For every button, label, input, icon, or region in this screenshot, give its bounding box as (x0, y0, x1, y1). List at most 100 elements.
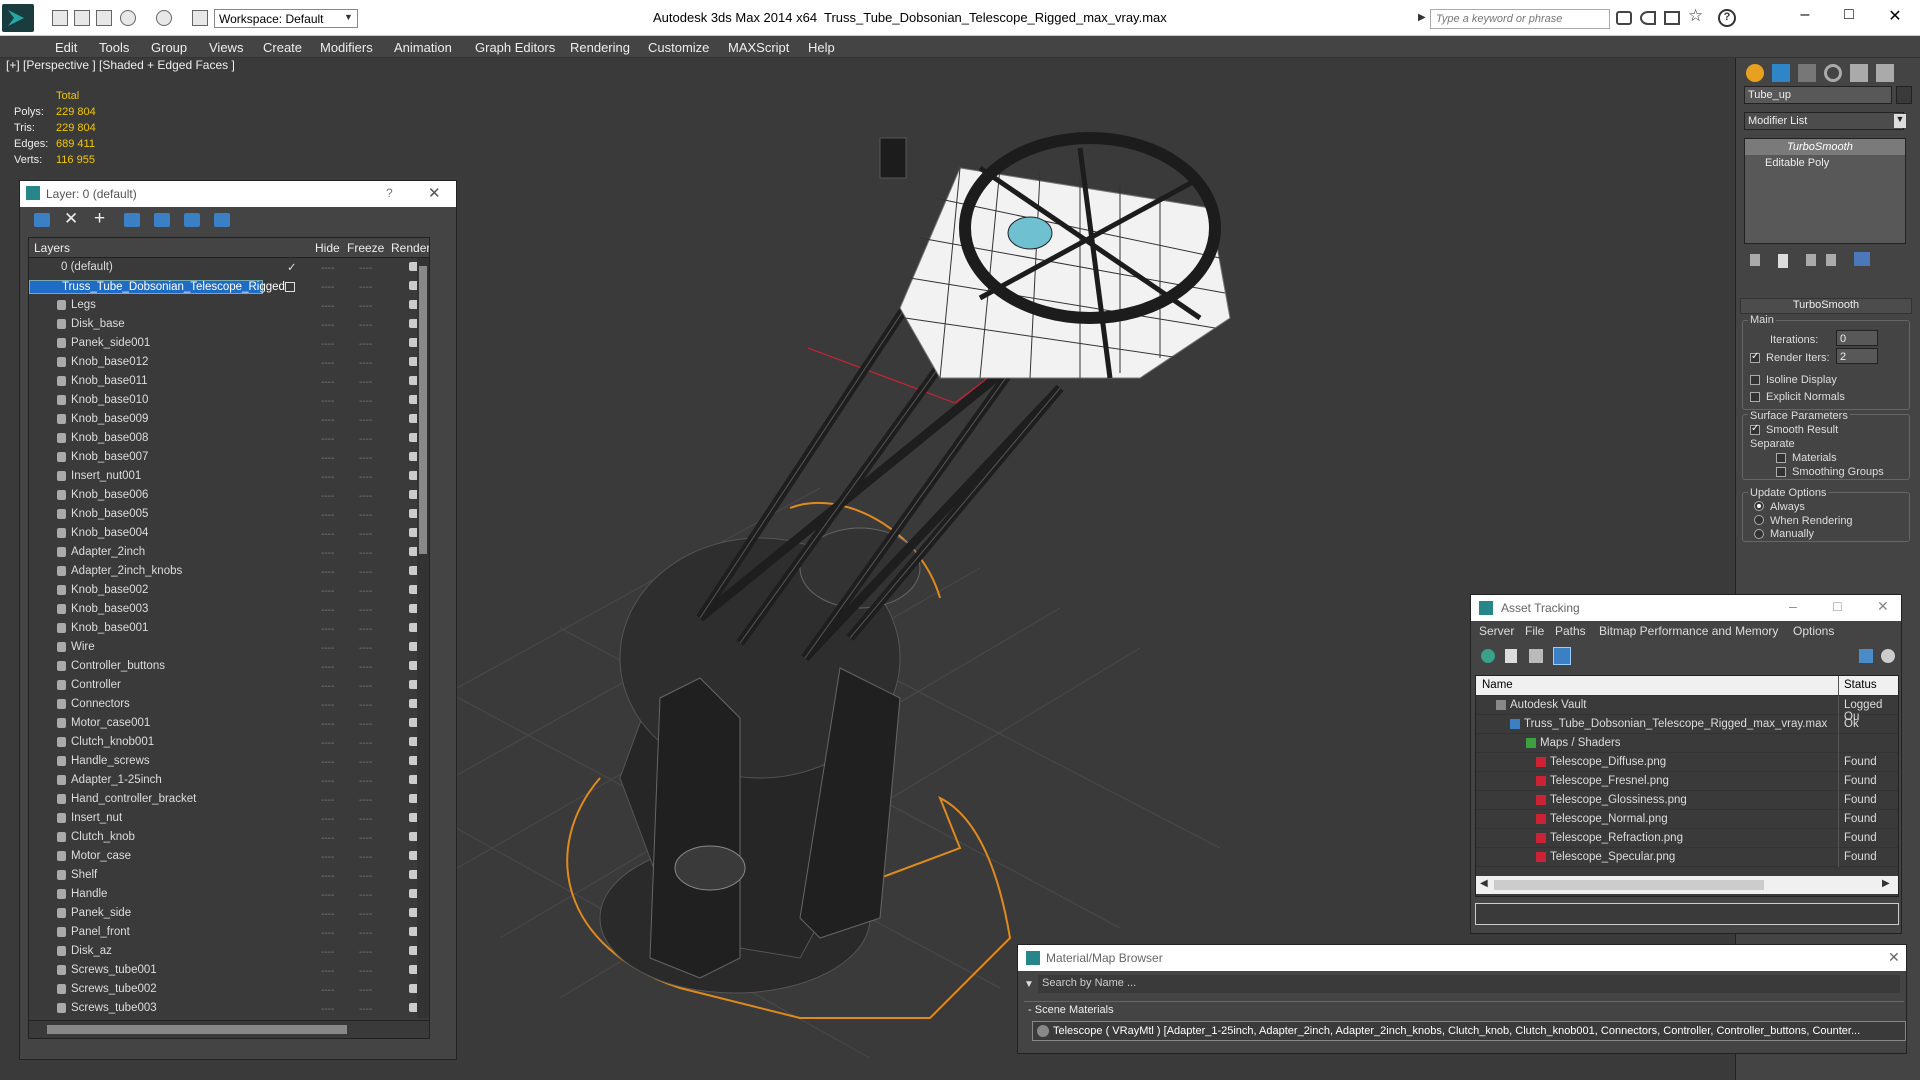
col-status[interactable]: Status (1844, 679, 1877, 691)
list-view-icon[interactable] (1505, 649, 1517, 663)
hide-toggle[interactable]: ---- (321, 833, 334, 844)
asset-maximize-button[interactable]: □ (1833, 598, 1841, 614)
layer-object-row[interactable]: Knob_base002 ---- ---- (29, 581, 429, 600)
freeze-toggle[interactable]: ---- (359, 662, 372, 673)
new-file-icon[interactable] (52, 10, 68, 26)
motion-tab-icon[interactable] (1824, 64, 1842, 82)
freeze-toggle[interactable]: ---- (359, 377, 372, 388)
hide-toggle[interactable]: ---- (321, 396, 334, 407)
tree-view-icon[interactable] (1529, 649, 1543, 663)
layer-row-selected[interactable]: Truss_Tube_Dobsonian_Telescope_Rigged --… (29, 277, 429, 296)
highlight-layer-icon[interactable] (154, 213, 170, 227)
layer-object-row[interactable]: Controller_buttons ---- ---- (29, 657, 429, 676)
freeze-toggle[interactable]: ---- (359, 396, 372, 407)
layer-dialog-titlebar[interactable]: Layer: 0 (default) ? ✕ (20, 181, 456, 207)
menu-modifiers[interactable]: Modifiers (320, 40, 373, 55)
layer-object-row[interactable]: Knob_base012 ---- ---- (29, 353, 429, 372)
layer-object-row[interactable]: Screws_tube001 ---- ---- (29, 961, 429, 980)
iterations-spinner[interactable]: 0 (1836, 330, 1878, 346)
modifier-list-dropdown[interactable]: Modifier List (1744, 112, 1904, 130)
menu-customize[interactable]: Customize (648, 40, 709, 55)
hide-toggle[interactable]: ---- (321, 301, 334, 312)
hide-toggle[interactable]: ---- (321, 776, 334, 787)
layer-row-default[interactable]: 0 (default) ✓ ---- ---- (29, 258, 429, 277)
hide-toggle[interactable]: ---- (321, 738, 334, 749)
material-browser-titlebar[interactable]: Material/Map Browser ✕ (1018, 945, 1906, 971)
freeze-toggle[interactable]: ---- (359, 814, 372, 825)
col-layers[interactable]: Layers (34, 241, 70, 255)
help-icon[interactable] (1881, 649, 1895, 663)
freeze-toggle[interactable]: ---- (359, 985, 372, 996)
freeze-toggle[interactable]: ---- (359, 719, 372, 730)
hide-toggle[interactable]: ---- (321, 643, 334, 654)
asset-row[interactable]: Telescope_Specular.png Found (1476, 848, 1898, 867)
layer-object-row[interactable]: Shelf ---- ---- (29, 866, 429, 885)
keyword-search-input[interactable]: Type a keyword or phrase (1430, 9, 1610, 29)
layer-object-row[interactable]: Knob_base006 ---- ---- (29, 486, 429, 505)
layer-object-row[interactable]: Adapter_1-25inch ---- ---- (29, 771, 429, 790)
freeze-toggle[interactable]: ---- (359, 548, 372, 559)
freeze-toggle[interactable]: ---- (359, 776, 372, 787)
col-freeze[interactable]: Freeze (347, 241, 384, 255)
hide-toggle[interactable]: ---- (321, 757, 334, 768)
render-iters-spinner[interactable]: 2 (1836, 348, 1878, 364)
asset-row[interactable]: Truss_Tube_Dobsonian_Telescope_Rigged_ma… (1476, 715, 1898, 734)
select-objects-icon[interactable] (124, 213, 140, 227)
add-to-layer-icon[interactable]: + (94, 208, 105, 230)
freeze-toggle[interactable]: ---- (359, 605, 372, 616)
layer-object-row[interactable]: Handle_screws ---- ---- (29, 752, 429, 771)
layer-object-row[interactable]: Connectors ---- ---- (29, 695, 429, 714)
col-hide[interactable]: Hide (315, 241, 340, 255)
hide-all-icon[interactable] (184, 213, 200, 227)
render-iters-checkbox[interactable] (1750, 351, 1760, 363)
layer-object-row[interactable]: Controller ---- ---- (29, 676, 429, 695)
redo-icon[interactable] (156, 10, 172, 26)
hide-toggle[interactable]: ---- (321, 377, 334, 388)
menu-create[interactable]: Create (263, 40, 302, 55)
freeze-toggle[interactable]: ---- (359, 301, 372, 312)
search-expand-icon[interactable]: ▶ (1418, 12, 1426, 23)
freeze-toggle[interactable]: ---- (359, 795, 372, 806)
menu-animation[interactable]: Animation (394, 40, 452, 55)
material-item-telescope[interactable]: Telescope ( VRayMtl ) [Adapter_1-25inch,… (1032, 1021, 1906, 1041)
freeze-toggle[interactable]: ---- (359, 567, 372, 578)
freeze-toggle[interactable]: ---- (359, 434, 372, 445)
utilities-tab-icon[interactable] (1876, 64, 1894, 82)
display-tab-icon[interactable] (1850, 64, 1868, 82)
hide-toggle[interactable]: ---- (321, 586, 334, 597)
refresh-icon[interactable] (1481, 649, 1495, 663)
freeze-toggle[interactable]: ---- (359, 947, 372, 958)
freeze-toggle[interactable]: ---- (359, 681, 372, 692)
hide-toggle[interactable]: ---- (321, 852, 334, 863)
hide-toggle[interactable]: ---- (321, 529, 334, 540)
hide-toggle[interactable]: ---- (321, 947, 334, 958)
undo-icon[interactable] (120, 10, 136, 26)
hide-toggle[interactable]: ---- (321, 491, 334, 502)
when-rendering-radio[interactable] (1754, 515, 1764, 525)
tools-icon[interactable] (1664, 11, 1680, 25)
hide-toggle[interactable]: ---- (321, 795, 334, 806)
freeze-toggle[interactable]: ---- (359, 909, 372, 920)
asset-minimize-button[interactable]: – (1789, 598, 1797, 614)
freeze-toggle[interactable]: ---- (359, 928, 372, 939)
hide-toggle[interactable]: ---- (321, 909, 334, 920)
remove-modifier-icon[interactable] (1826, 254, 1836, 266)
freeze-toggle[interactable]: ---- (359, 586, 372, 597)
layer-object-row[interactable]: Screws_tube002 ---- ---- (29, 980, 429, 999)
freeze-toggle[interactable]: ---- (359, 491, 372, 502)
hide-toggle[interactable]: ---- (321, 700, 334, 711)
asset-menu-bitmap[interactable]: Bitmap Performance and Memory (1599, 624, 1778, 638)
asset-path-field[interactable] (1475, 903, 1899, 925)
freeze-toggle[interactable]: ---- (359, 453, 372, 464)
hide-toggle[interactable]: ---- (321, 1004, 334, 1015)
pin-stack-icon[interactable] (1750, 254, 1760, 266)
material-search-input[interactable]: Search by Name ... (1038, 975, 1900, 993)
freeze-toggle[interactable]: ---- (359, 757, 372, 768)
smoothing-groups-checkbox[interactable] (1776, 467, 1786, 477)
asset-menu-server[interactable]: Server (1479, 624, 1514, 638)
asset-menu-options[interactable]: Options (1793, 624, 1834, 638)
hide-toggle[interactable]: ---- (321, 605, 334, 616)
workspace-chevron-down-icon[interactable]: ▼ (344, 12, 353, 22)
collapse-icon[interactable]: - (1028, 1004, 1035, 1016)
freeze-all-icon[interactable] (214, 213, 230, 227)
